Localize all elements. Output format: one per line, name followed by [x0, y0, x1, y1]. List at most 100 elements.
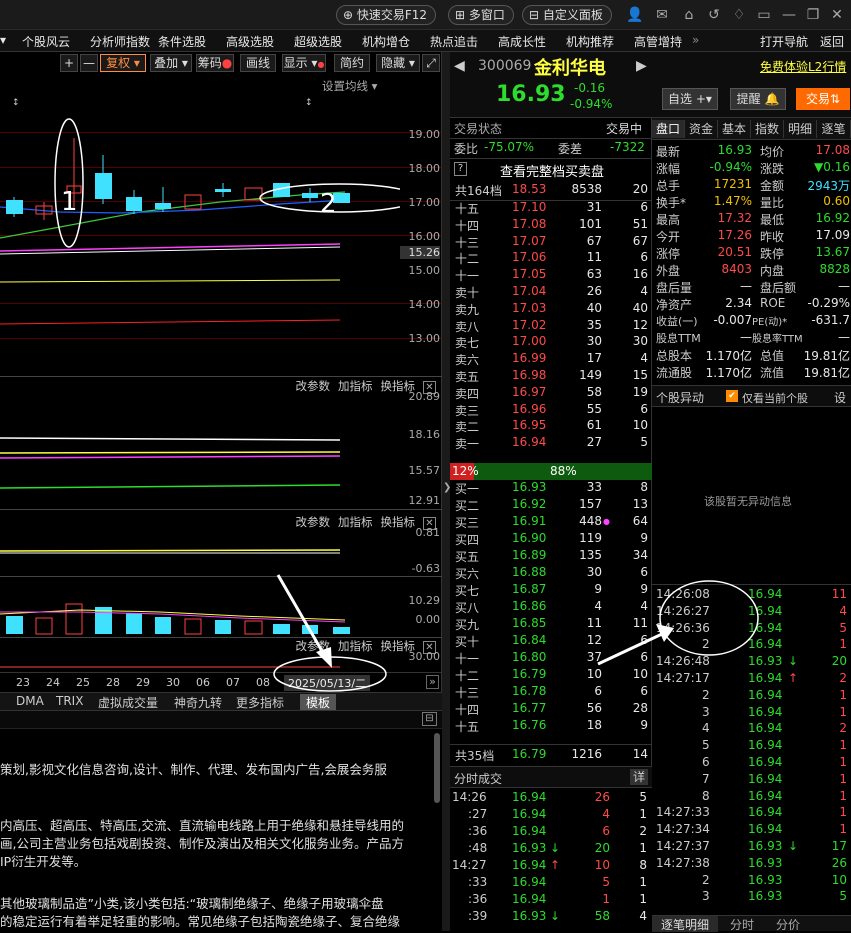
close-icon[interactable]: ✕ — [828, 6, 846, 24]
checkbox-checked-icon[interactable]: ✔ — [726, 390, 738, 402]
watchlist-button[interactable]: 自选 +▾ — [662, 88, 718, 110]
alert-button[interactable]: 提醒 🔔 — [730, 88, 786, 110]
collapse-icon[interactable]: ⊟ — [422, 712, 437, 726]
trade-time: 14:27:17 — [656, 671, 710, 685]
tab-detail[interactable]: 明细 — [784, 120, 817, 138]
bid-row[interactable]: 买三 16.91 448 64 ● — [450, 514, 652, 531]
minimize-icon[interactable]: — — [780, 6, 798, 24]
menu-item[interactable]: 机构增仓 — [362, 33, 410, 50]
menu-item[interactable]: 高成长性 — [498, 33, 546, 50]
tab-template[interactable]: 模板 — [300, 694, 337, 711]
trade-row: 5 16.94 1 — [652, 738, 847, 755]
tab-timeshare[interactable]: 分时 — [722, 916, 762, 933]
bid-row[interactable]: 买九 16.85 11 11 — [450, 616, 652, 633]
home-icon[interactable]: ⌂ — [680, 6, 698, 24]
ask-row[interactable]: 卖十 17.04 26 4 — [450, 284, 652, 301]
tab-basic[interactable]: 基本 — [718, 120, 751, 138]
ask-row[interactable]: 十一 17.05 63 16 — [450, 267, 652, 284]
bid-row[interactable]: 买五 16.89 135 34 — [450, 548, 652, 565]
bid-row[interactable]: 买六 16.88 30 6 — [450, 565, 652, 582]
menu-item[interactable]: 条件选股 — [158, 33, 206, 50]
bid-row[interactable]: 买八 16.86 4 4 — [450, 599, 652, 616]
bid-row[interactable]: 十三 16.78 6 6 — [450, 684, 652, 701]
prev-stock-icon[interactable]: ◀ — [454, 58, 465, 74]
ask-row[interactable]: 十四 17.08 101 51 — [450, 217, 652, 234]
custom-panel-button[interactable]: ⊟ 自定义面板 — [522, 5, 612, 25]
bid-row[interactable]: 买四 16.90 119 9 — [450, 531, 652, 548]
level-price: 16.89 — [512, 548, 547, 562]
ask-row[interactable]: 十二 17.06 11 6 — [450, 250, 652, 267]
multi-window-label: 多窗口 — [468, 8, 505, 22]
level-label: 十一 — [455, 269, 480, 284]
skin-icon[interactable]: ♢ — [730, 6, 748, 24]
bid-row[interactable]: 买十 16.84 12 6 — [450, 633, 652, 650]
bid-row[interactable]: 十一 16.80 37 6 — [450, 650, 652, 667]
level-orders: 5 — [640, 435, 648, 450]
user-icon[interactable]: 👤 — [626, 6, 644, 24]
refresh-icon[interactable]: ↺ — [705, 6, 723, 24]
ask-row[interactable]: 十三 17.07 67 67 — [450, 234, 652, 251]
bid-row[interactable]: 十四 16.77 56 28 — [450, 701, 652, 718]
tab-magic-nine[interactable]: 神奇九转 — [174, 694, 222, 711]
panel-splitter[interactable]: ❯ — [442, 52, 451, 931]
trade-row: 2 16.93 10 — [652, 873, 847, 890]
restore-icon[interactable]: ❐ — [804, 6, 822, 24]
menu-item[interactable]: 分析师指数 — [90, 33, 150, 50]
menu-item[interactable]: 高级选股 — [226, 33, 274, 50]
ask-row[interactable]: 卖二 16.95 61 10 — [450, 418, 652, 435]
tab-tick-detail[interactable]: 逐笔明细 — [652, 916, 718, 932]
bid-row[interactable]: 买一 16.93 33 8 — [450, 480, 652, 497]
menu-more-icon[interactable]: » — [692, 33, 699, 47]
ask-row[interactable]: 卖八 17.02 35 12 — [450, 318, 652, 335]
tab-handicap[interactable]: 盘口 — [652, 120, 685, 138]
ask-row[interactable]: 卖四 16.97 58 19 — [450, 385, 652, 402]
tick-price: 16.93 — [512, 909, 547, 923]
menu-item[interactable]: 高管增持 — [634, 33, 682, 50]
bid-row[interactable]: 买二 16.92 157 13 — [450, 497, 652, 514]
mail-icon[interactable]: ✉ — [653, 6, 671, 24]
trade-button[interactable]: 交易⇅ — [796, 88, 850, 110]
scrollbar-thumb[interactable] — [434, 733, 440, 803]
tab-price-dist[interactable]: 分价 — [768, 916, 808, 933]
level-volume: 119 — [579, 531, 602, 545]
tab-trix[interactable]: TRIX — [56, 694, 83, 708]
ask-row[interactable]: 卖六 16.99 17 4 — [450, 351, 652, 368]
tab-more-indicators[interactable]: 更多指标 — [236, 694, 284, 711]
tab-dma[interactable]: DMA — [16, 694, 44, 708]
tab-virtual-volume[interactable]: 虚拟成交量 — [98, 694, 158, 711]
next-stock-icon[interactable]: ▶ — [636, 58, 647, 74]
level-orders: 40 — [632, 300, 648, 315]
tab-tick-by-tick[interactable]: 逐笔 — [817, 120, 851, 138]
tab-funds[interactable]: 资金 — [685, 120, 718, 138]
menu-item[interactable]: 机构推荐 — [566, 33, 614, 50]
ask-row[interactable]: 卖五 16.98 149 15 — [450, 368, 652, 385]
quote-value: — — [838, 279, 850, 293]
multi-window-button[interactable]: ⊞ 多窗口 — [448, 5, 514, 25]
level-volume: 12 — [586, 633, 602, 647]
menu-item[interactable]: 个股风云 — [22, 33, 70, 50]
tick-detail-button[interactable]: 详 — [630, 769, 648, 785]
bid-row[interactable]: 买七 16.87 9 9 — [450, 582, 652, 599]
open-nav-button[interactable]: 打开导航 — [760, 33, 808, 50]
bid-row[interactable]: 十五 16.76 18 9 — [450, 718, 652, 735]
bid-row[interactable]: 十二 16.79 10 10 — [450, 667, 652, 684]
screen-icon[interactable]: ▭ — [755, 6, 773, 24]
quick-trade-button[interactable]: ⊕ 快速交易F12 — [336, 5, 437, 25]
back-button[interactable]: 返回 — [820, 33, 844, 50]
level-volume: 33 — [586, 480, 602, 494]
ask-row[interactable]: 卖一 16.94 27 5 — [450, 435, 652, 452]
view-full-book-button[interactable]: ? 查看完整档买卖盘 — [452, 161, 650, 180]
tab-index[interactable]: 指数 — [751, 120, 784, 138]
tick-title: 分时成交 — [454, 772, 503, 786]
tick-volume: 6 — [602, 824, 610, 838]
menu-item[interactable]: 热点追击 — [430, 33, 478, 50]
ask-row[interactable]: 十五 17.10 31 6 — [450, 200, 652, 217]
level-label: 买八 — [455, 601, 480, 615]
ask-row[interactable]: 卖三 16.96 55 6 — [450, 402, 652, 419]
free-trial-link[interactable]: 免费体验L2行情 — [760, 58, 846, 75]
ask-row[interactable]: 卖九 17.03 40 40 — [450, 301, 652, 318]
anomaly-settings-button[interactable]: 设 — [834, 389, 846, 406]
menu-item[interactable]: 超级选股 — [294, 33, 342, 50]
ask-row[interactable]: 卖七 17.00 30 30 — [450, 334, 652, 351]
kline-chart-area[interactable]: + — 复权 ▾ 叠加 ▾ 筹码● 画线 显示 ▾● 简约 隐藏 ▾ ⤢ 设置均… — [0, 52, 442, 692]
